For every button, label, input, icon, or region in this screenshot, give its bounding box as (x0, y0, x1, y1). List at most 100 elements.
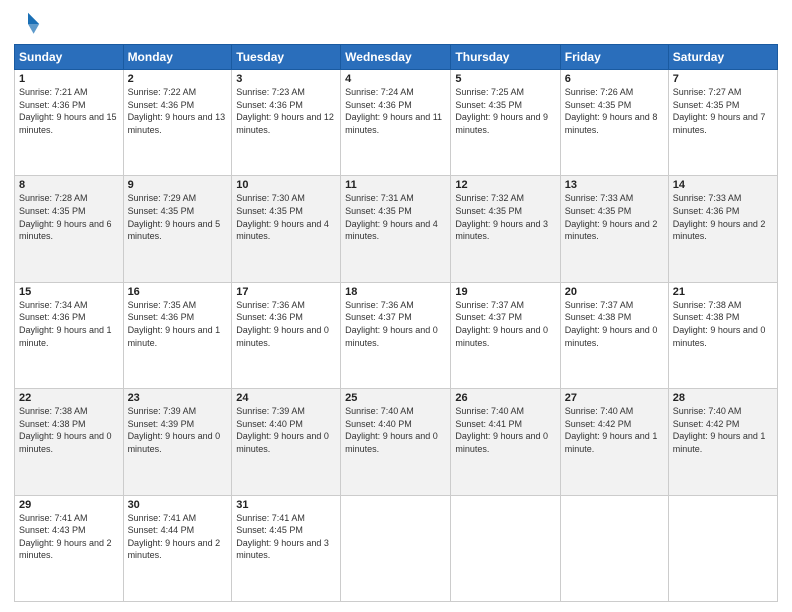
calendar-cell: 11Sunrise: 7:31 AMSunset: 4:35 PMDayligh… (341, 176, 451, 282)
day-info: Sunrise: 7:41 AMSunset: 4:45 PMDaylight:… (236, 512, 336, 562)
day-info: Sunrise: 7:40 AMSunset: 4:42 PMDaylight:… (673, 405, 773, 455)
day-info: Sunrise: 7:34 AMSunset: 4:36 PMDaylight:… (19, 299, 119, 349)
day-header-monday: Monday (123, 45, 232, 70)
day-info: Sunrise: 7:38 AMSunset: 4:38 PMDaylight:… (19, 405, 119, 455)
day-number: 22 (19, 392, 119, 404)
calendar-week-row: 8Sunrise: 7:28 AMSunset: 4:35 PMDaylight… (15, 176, 778, 282)
day-number: 10 (236, 179, 336, 191)
calendar-week-row: 1Sunrise: 7:21 AMSunset: 4:36 PMDaylight… (15, 70, 778, 176)
day-number: 29 (19, 499, 119, 511)
calendar-cell: 12Sunrise: 7:32 AMSunset: 4:35 PMDayligh… (451, 176, 560, 282)
calendar-cell: 17Sunrise: 7:36 AMSunset: 4:36 PMDayligh… (232, 282, 341, 388)
page: SundayMondayTuesdayWednesdayThursdayFrid… (0, 0, 792, 612)
calendar-cell: 19Sunrise: 7:37 AMSunset: 4:37 PMDayligh… (451, 282, 560, 388)
day-info: Sunrise: 7:23 AMSunset: 4:36 PMDaylight:… (236, 86, 336, 136)
calendar-cell: 1Sunrise: 7:21 AMSunset: 4:36 PMDaylight… (15, 70, 124, 176)
day-number: 13 (565, 179, 664, 191)
calendar-cell: 4Sunrise: 7:24 AMSunset: 4:36 PMDaylight… (341, 70, 451, 176)
day-info: Sunrise: 7:31 AMSunset: 4:35 PMDaylight:… (345, 192, 446, 242)
calendar-cell: 26Sunrise: 7:40 AMSunset: 4:41 PMDayligh… (451, 389, 560, 495)
calendar-cell (341, 495, 451, 601)
day-info: Sunrise: 7:27 AMSunset: 4:35 PMDaylight:… (673, 86, 773, 136)
day-number: 28 (673, 392, 773, 404)
day-number: 16 (128, 286, 228, 298)
header (14, 10, 778, 38)
calendar-cell: 23Sunrise: 7:39 AMSunset: 4:39 PMDayligh… (123, 389, 232, 495)
calendar-header-row: SundayMondayTuesdayWednesdayThursdayFrid… (15, 45, 778, 70)
calendar-cell: 15Sunrise: 7:34 AMSunset: 4:36 PMDayligh… (15, 282, 124, 388)
calendar-cell: 18Sunrise: 7:36 AMSunset: 4:37 PMDayligh… (341, 282, 451, 388)
day-info: Sunrise: 7:40 AMSunset: 4:42 PMDaylight:… (565, 405, 664, 455)
day-info: Sunrise: 7:36 AMSunset: 4:37 PMDaylight:… (345, 299, 446, 349)
calendar-cell: 28Sunrise: 7:40 AMSunset: 4:42 PMDayligh… (668, 389, 777, 495)
day-header-thursday: Thursday (451, 45, 560, 70)
calendar-cell: 16Sunrise: 7:35 AMSunset: 4:36 PMDayligh… (123, 282, 232, 388)
day-number: 9 (128, 179, 228, 191)
day-header-wednesday: Wednesday (341, 45, 451, 70)
day-number: 12 (455, 179, 555, 191)
day-info: Sunrise: 7:33 AMSunset: 4:35 PMDaylight:… (565, 192, 664, 242)
calendar-cell: 13Sunrise: 7:33 AMSunset: 4:35 PMDayligh… (560, 176, 668, 282)
calendar-table: SundayMondayTuesdayWednesdayThursdayFrid… (14, 44, 778, 602)
calendar-cell: 24Sunrise: 7:39 AMSunset: 4:40 PMDayligh… (232, 389, 341, 495)
day-info: Sunrise: 7:28 AMSunset: 4:35 PMDaylight:… (19, 192, 119, 242)
day-header-tuesday: Tuesday (232, 45, 341, 70)
day-number: 23 (128, 392, 228, 404)
day-info: Sunrise: 7:38 AMSunset: 4:38 PMDaylight:… (673, 299, 773, 349)
day-number: 14 (673, 179, 773, 191)
day-info: Sunrise: 7:39 AMSunset: 4:40 PMDaylight:… (236, 405, 336, 455)
day-number: 7 (673, 73, 773, 85)
calendar-cell: 8Sunrise: 7:28 AMSunset: 4:35 PMDaylight… (15, 176, 124, 282)
day-info: Sunrise: 7:41 AMSunset: 4:44 PMDaylight:… (128, 512, 228, 562)
calendar-cell: 3Sunrise: 7:23 AMSunset: 4:36 PMDaylight… (232, 70, 341, 176)
day-info: Sunrise: 7:37 AMSunset: 4:38 PMDaylight:… (565, 299, 664, 349)
day-number: 18 (345, 286, 446, 298)
calendar-cell: 7Sunrise: 7:27 AMSunset: 4:35 PMDaylight… (668, 70, 777, 176)
day-number: 26 (455, 392, 555, 404)
calendar-cell: 29Sunrise: 7:41 AMSunset: 4:43 PMDayligh… (15, 495, 124, 601)
day-info: Sunrise: 7:40 AMSunset: 4:41 PMDaylight:… (455, 405, 555, 455)
calendar-cell: 30Sunrise: 7:41 AMSunset: 4:44 PMDayligh… (123, 495, 232, 601)
logo-icon (14, 10, 42, 38)
day-number: 8 (19, 179, 119, 191)
day-header-saturday: Saturday (668, 45, 777, 70)
calendar-cell: 14Sunrise: 7:33 AMSunset: 4:36 PMDayligh… (668, 176, 777, 282)
calendar-week-row: 22Sunrise: 7:38 AMSunset: 4:38 PMDayligh… (15, 389, 778, 495)
day-info: Sunrise: 7:35 AMSunset: 4:36 PMDaylight:… (128, 299, 228, 349)
day-header-friday: Friday (560, 45, 668, 70)
calendar-cell: 22Sunrise: 7:38 AMSunset: 4:38 PMDayligh… (15, 389, 124, 495)
calendar-cell: 5Sunrise: 7:25 AMSunset: 4:35 PMDaylight… (451, 70, 560, 176)
calendar-week-row: 29Sunrise: 7:41 AMSunset: 4:43 PMDayligh… (15, 495, 778, 601)
day-info: Sunrise: 7:37 AMSunset: 4:37 PMDaylight:… (455, 299, 555, 349)
day-number: 4 (345, 73, 446, 85)
calendar-week-row: 15Sunrise: 7:34 AMSunset: 4:36 PMDayligh… (15, 282, 778, 388)
day-number: 5 (455, 73, 555, 85)
calendar-cell: 31Sunrise: 7:41 AMSunset: 4:45 PMDayligh… (232, 495, 341, 601)
day-info: Sunrise: 7:39 AMSunset: 4:39 PMDaylight:… (128, 405, 228, 455)
day-header-sunday: Sunday (15, 45, 124, 70)
calendar-cell: 9Sunrise: 7:29 AMSunset: 4:35 PMDaylight… (123, 176, 232, 282)
calendar-cell: 27Sunrise: 7:40 AMSunset: 4:42 PMDayligh… (560, 389, 668, 495)
day-number: 31 (236, 499, 336, 511)
calendar-cell (560, 495, 668, 601)
calendar-cell (668, 495, 777, 601)
logo (14, 10, 46, 38)
day-number: 15 (19, 286, 119, 298)
day-number: 30 (128, 499, 228, 511)
day-number: 17 (236, 286, 336, 298)
day-info: Sunrise: 7:33 AMSunset: 4:36 PMDaylight:… (673, 192, 773, 242)
day-info: Sunrise: 7:41 AMSunset: 4:43 PMDaylight:… (19, 512, 119, 562)
day-info: Sunrise: 7:40 AMSunset: 4:40 PMDaylight:… (345, 405, 446, 455)
calendar-cell (451, 495, 560, 601)
day-number: 27 (565, 392, 664, 404)
day-number: 3 (236, 73, 336, 85)
day-number: 24 (236, 392, 336, 404)
calendar-cell: 2Sunrise: 7:22 AMSunset: 4:36 PMDaylight… (123, 70, 232, 176)
calendar-cell: 6Sunrise: 7:26 AMSunset: 4:35 PMDaylight… (560, 70, 668, 176)
calendar-cell: 20Sunrise: 7:37 AMSunset: 4:38 PMDayligh… (560, 282, 668, 388)
day-info: Sunrise: 7:30 AMSunset: 4:35 PMDaylight:… (236, 192, 336, 242)
day-info: Sunrise: 7:24 AMSunset: 4:36 PMDaylight:… (345, 86, 446, 136)
day-number: 21 (673, 286, 773, 298)
day-number: 25 (345, 392, 446, 404)
calendar-cell: 10Sunrise: 7:30 AMSunset: 4:35 PMDayligh… (232, 176, 341, 282)
